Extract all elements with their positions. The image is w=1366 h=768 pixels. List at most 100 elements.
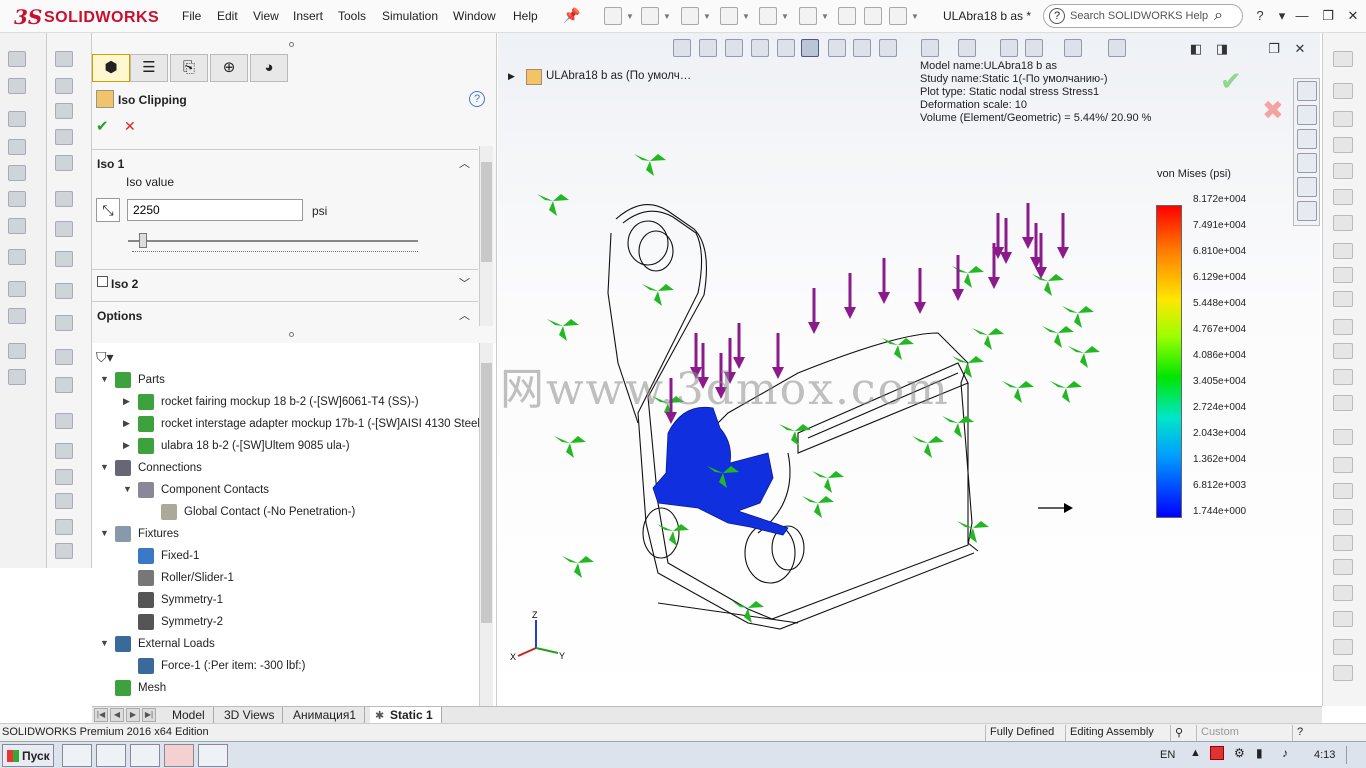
menu-insert[interactable]: Insert bbox=[293, 9, 323, 23]
plane-icon[interactable] bbox=[1333, 369, 1353, 385]
toolbar-icon[interactable] bbox=[55, 283, 73, 299]
tree-scrollbar-thumb[interactable] bbox=[481, 363, 492, 623]
tab-3d-views[interactable]: 3D Views bbox=[216, 707, 284, 724]
line-icon[interactable] bbox=[1333, 51, 1353, 67]
menu-view[interactable]: View bbox=[253, 9, 279, 23]
mirror-icon[interactable] bbox=[1333, 509, 1353, 525]
toolbar-icon[interactable] bbox=[55, 377, 73, 393]
iso-value-input[interactable] bbox=[127, 199, 303, 221]
pin-icon[interactable]: 📌 bbox=[563, 7, 580, 24]
app-icon[interactable] bbox=[198, 744, 228, 767]
text-icon[interactable] bbox=[1333, 395, 1353, 411]
toolbar-icon[interactable] bbox=[8, 111, 26, 127]
open-icon[interactable] bbox=[641, 7, 659, 25]
chevron-down-icon[interactable]: ▼ bbox=[626, 12, 634, 21]
toolbar-icon[interactable] bbox=[55, 221, 73, 237]
point-icon[interactable] bbox=[1333, 343, 1353, 359]
display-style-icon[interactable] bbox=[921, 39, 939, 57]
select-icon[interactable] bbox=[799, 7, 817, 25]
explorer-app-icon[interactable] bbox=[62, 744, 92, 767]
tab-feature-manager[interactable]: ⬢ bbox=[92, 54, 130, 82]
toolbar-icon[interactable] bbox=[55, 543, 73, 559]
chevron-down-icon[interactable]: ▼ bbox=[781, 12, 789, 21]
help-menu-caret-icon[interactable]: ▾ bbox=[1272, 6, 1292, 26]
toolbar-icon[interactable] bbox=[8, 369, 26, 385]
chevron-down-icon[interactable]: ▼ bbox=[911, 12, 919, 21]
tooltip-icon[interactable]: ? bbox=[1292, 725, 1312, 741]
spline-icon[interactable] bbox=[1333, 215, 1353, 231]
toolbar-icon[interactable] bbox=[8, 218, 26, 234]
search-input[interactable]: Search SOLIDWORKS Help bbox=[1070, 10, 1208, 22]
collapsed-arrow-icon[interactable]: ▶ bbox=[123, 396, 133, 407]
menu-window[interactable]: Window bbox=[453, 9, 496, 23]
print-icon[interactable] bbox=[720, 7, 738, 25]
zoom-to-fit-icon[interactable] bbox=[673, 39, 691, 57]
ellipse-icon[interactable] bbox=[1333, 267, 1353, 283]
arc-icon[interactable] bbox=[1333, 137, 1353, 153]
iso-slider-thumb[interactable] bbox=[138, 233, 147, 248]
unit-system-selector[interactable]: Custom bbox=[1196, 725, 1286, 741]
chevron-down-icon[interactable]: ▼ bbox=[663, 12, 671, 21]
quick-snaps-icon[interactable] bbox=[1333, 639, 1353, 655]
rebuild-status-icon[interactable]: ⚲ bbox=[1170, 725, 1190, 741]
toolbar-icon[interactable] bbox=[8, 191, 26, 207]
collapsed-arrow-icon[interactable]: ▶ bbox=[123, 418, 133, 429]
close-button[interactable]: ✕ bbox=[1343, 6, 1363, 26]
file-properties-icon[interactable] bbox=[864, 7, 882, 25]
home-icon[interactable] bbox=[1297, 81, 1317, 101]
help-icon[interactable]: ? bbox=[469, 91, 485, 107]
chevron-up-icon[interactable]: ︿ bbox=[459, 155, 470, 171]
network-icon[interactable]: ▮ bbox=[1256, 746, 1263, 760]
show-desktop-button[interactable] bbox=[1346, 746, 1362, 764]
tray-app-icon[interactable] bbox=[1210, 746, 1224, 760]
expand-arrow-icon[interactable]: ▶ bbox=[508, 71, 515, 82]
toolbar-icon[interactable] bbox=[55, 78, 73, 94]
toolbar-icon[interactable] bbox=[55, 251, 73, 267]
save-icon[interactable] bbox=[681, 7, 699, 25]
menu-file[interactable]: File bbox=[182, 9, 201, 23]
volume-icon[interactable]: ♪ bbox=[1282, 746, 1288, 760]
last-tab-icon[interactable]: ▶| bbox=[142, 708, 156, 722]
toolbar-icon[interactable] bbox=[55, 443, 73, 459]
iso-slider-track[interactable] bbox=[128, 240, 418, 242]
chevron-down-icon[interactable]: ▼ bbox=[703, 12, 711, 21]
iso2-group-header[interactable]: Iso 2 ﹀ bbox=[92, 269, 478, 295]
viewport-split-icon[interactable]: ◨ bbox=[1212, 39, 1232, 59]
tab-model[interactable]: Model bbox=[164, 707, 214, 724]
curve-icon[interactable] bbox=[1333, 291, 1353, 307]
filter-icon[interactable]: ⛉▾ bbox=[96, 349, 114, 366]
search-icon[interactable]: ⌕ bbox=[1214, 7, 1223, 25]
restore-button[interactable]: ❐ bbox=[1318, 6, 1338, 26]
toolbar-icon[interactable] bbox=[55, 129, 73, 145]
toolbar-icon[interactable] bbox=[8, 281, 26, 297]
zoom-to-area-icon[interactable] bbox=[699, 39, 717, 57]
iso1-group-header[interactable]: Iso 1 ︿ bbox=[92, 149, 478, 175]
view-palette-icon[interactable] bbox=[1297, 153, 1317, 173]
pm-scrollbar-thumb[interactable] bbox=[481, 162, 492, 262]
search-box[interactable]: ? Search SOLIDWORKS Help ⌕ bbox=[1043, 4, 1243, 28]
dynamic-annotation-icon[interactable] bbox=[853, 39, 871, 57]
language-indicator[interactable]: EN bbox=[1160, 749, 1175, 761]
confirm-corner-cancel-icon[interactable]: ✖ bbox=[1262, 95, 1284, 126]
previous-view-icon[interactable] bbox=[725, 39, 743, 57]
menu-help[interactable]: Help bbox=[513, 9, 538, 23]
app-icon[interactable] bbox=[130, 744, 160, 767]
first-tab-icon[interactable]: |◀ bbox=[94, 708, 108, 722]
tree-scrollbar[interactable] bbox=[479, 343, 493, 706]
tab-display-manager[interactable]: ◕ bbox=[250, 54, 288, 82]
fillet-icon[interactable] bbox=[1333, 189, 1353, 205]
tab-configuration-manager[interactable]: ⎘ bbox=[170, 54, 208, 82]
toolbar-icon[interactable] bbox=[8, 139, 26, 155]
toolbar-icon[interactable] bbox=[55, 191, 73, 207]
move-icon[interactable] bbox=[1333, 559, 1353, 575]
clock[interactable]: 4:13 bbox=[1314, 749, 1335, 761]
chevron-up-icon[interactable]: ︿ bbox=[459, 307, 470, 323]
expanded-arrow-icon[interactable]: ▼ bbox=[100, 528, 110, 538]
simulation-display-icon[interactable] bbox=[1108, 39, 1126, 57]
toolbar-icon[interactable] bbox=[8, 343, 26, 359]
help-question-icon[interactable]: ? bbox=[1250, 6, 1270, 26]
offset-icon[interactable] bbox=[1333, 483, 1353, 499]
design-library-icon[interactable] bbox=[1297, 105, 1317, 125]
viewport-close-button[interactable]: ✕ bbox=[1290, 39, 1310, 59]
pm-scrollbar[interactable] bbox=[479, 146, 493, 326]
